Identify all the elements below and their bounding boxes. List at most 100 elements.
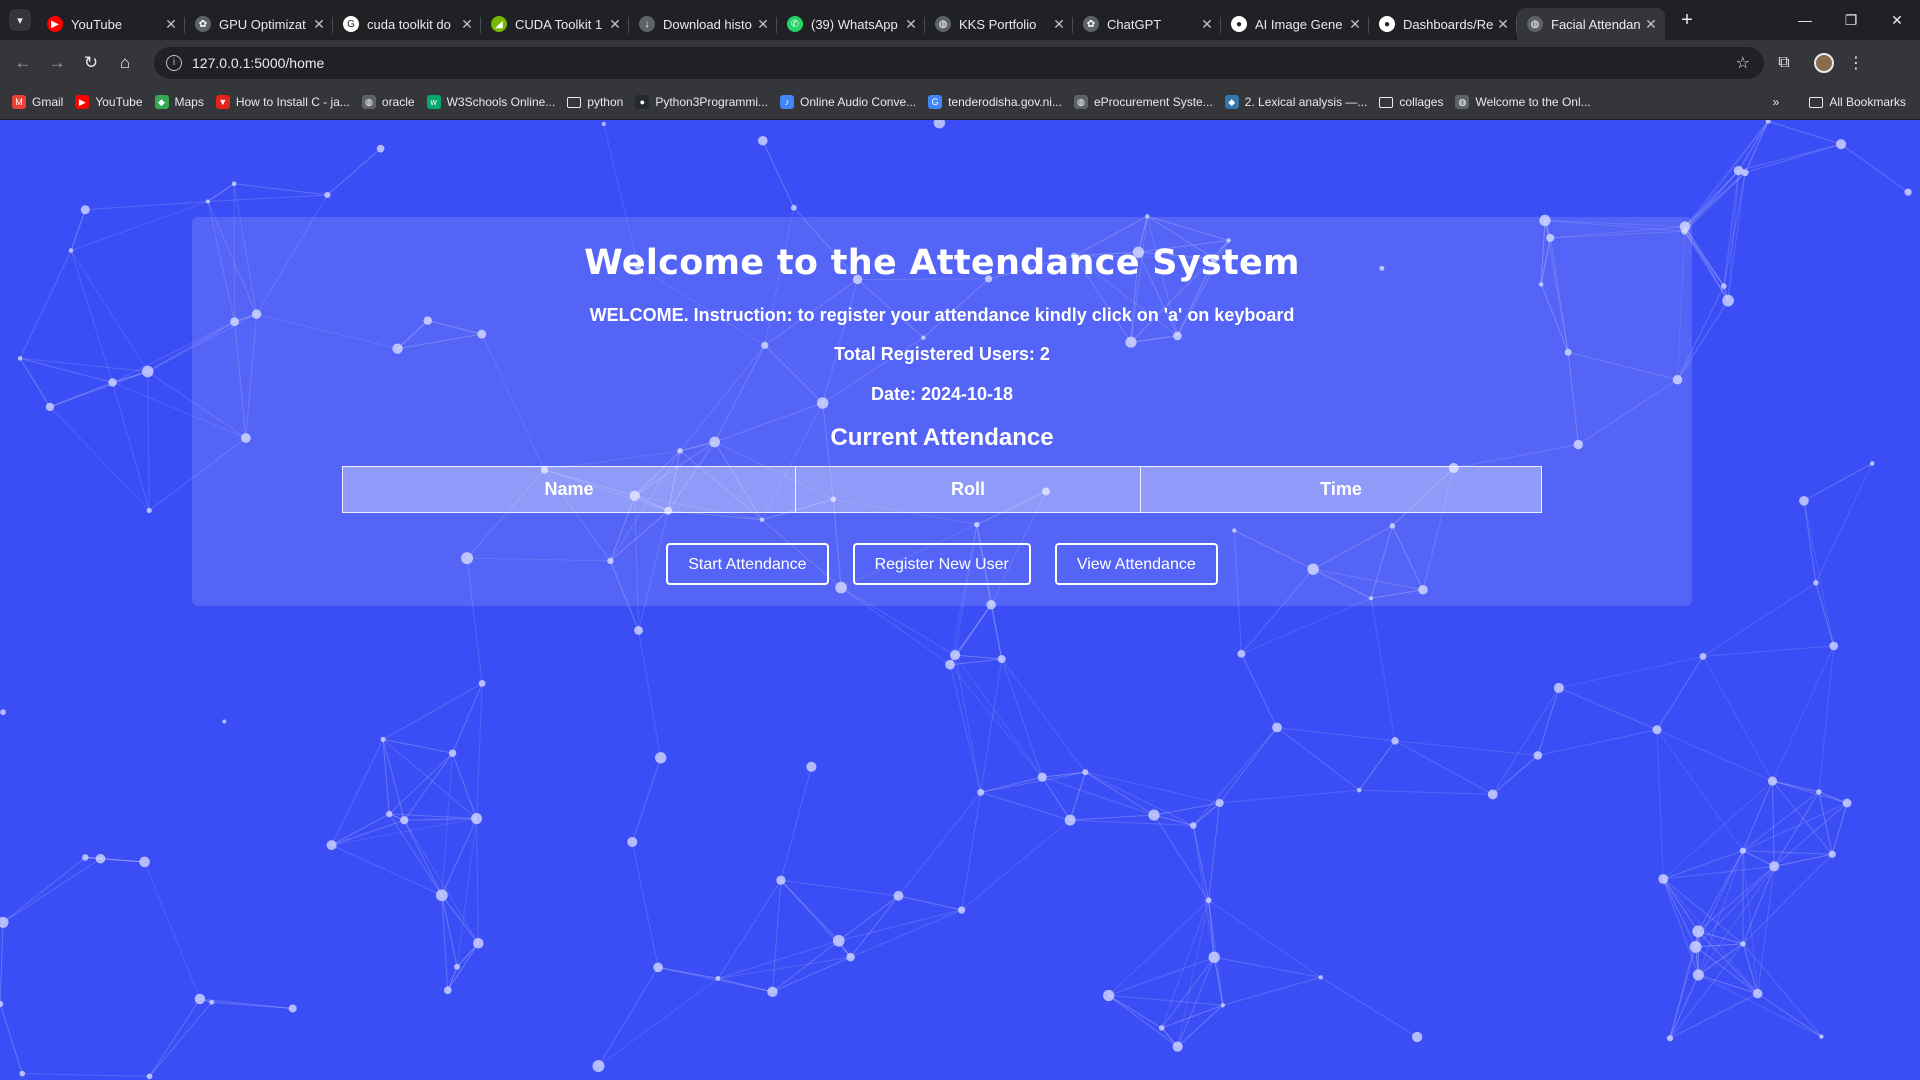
extensions-icon[interactable]: ⧉	[1764, 54, 1804, 72]
tab-item[interactable]: ✿ ChatGPT ✕	[1073, 8, 1221, 40]
tab-item[interactable]: Gcuda toolkit do ✕	[333, 8, 481, 40]
tab-title: YouTube	[71, 16, 123, 32]
start-attendance-button[interactable]: Start Attendance	[666, 543, 829, 585]
tab-item[interactable]: ◍ Facial Attendan ✕	[1517, 8, 1665, 40]
site-info-icon[interactable]: i	[166, 54, 182, 71]
tab-close-icon[interactable]: ✕	[459, 16, 475, 33]
network-line	[1537, 729, 1658, 756]
bookmark-item[interactable]: ▶ YouTube	[75, 95, 143, 109]
tab-close-icon[interactable]: ✕	[163, 16, 179, 33]
network-line	[1276, 727, 1360, 791]
new-tab-button[interactable]: +	[1675, 9, 1699, 32]
tab-item[interactable]: ◢ CUDA Toolkit 1 ✕	[481, 8, 629, 40]
network-line	[1757, 993, 1822, 1038]
network-node	[376, 144, 385, 153]
tab-close-icon[interactable]: ✕	[1495, 16, 1511, 33]
network-line	[1803, 500, 1835, 647]
tab-close-icon[interactable]: ✕	[1643, 16, 1659, 33]
tab-title: cuda toolkit do	[367, 16, 451, 32]
registered-users-count: Total Registered Users: 2	[834, 344, 1050, 364]
bookmark-star-icon[interactable]: ☆	[1736, 53, 1750, 73]
reload-button[interactable]: ↻	[74, 53, 108, 73]
tab-close-icon[interactable]: ✕	[311, 16, 327, 33]
bookmark-item[interactable]: ● Python3Programmi...	[635, 95, 768, 109]
bookmark-item[interactable]: ◍ eProcurement Syste...	[1073, 95, 1213, 109]
w3schools-icon: w	[426, 95, 441, 109]
network-line	[1208, 802, 1221, 901]
tab-close-icon[interactable]: ✕	[903, 16, 919, 33]
register-user-button[interactable]: Register New User	[852, 543, 1031, 585]
tab-item[interactable]: ✆ (39) WhatsApp ✕	[777, 8, 925, 40]
tab-item[interactable]: ● Dashboards/Re ✕	[1369, 8, 1517, 40]
minimize-button[interactable]: —	[1782, 12, 1828, 29]
network-line	[1702, 582, 1817, 657]
bookmark-item[interactable]: ◆ 2. Lexical analysis —...	[1224, 95, 1367, 109]
tab-title: Dashboards/Re	[1403, 16, 1494, 32]
network-node	[1799, 496, 1809, 506]
forward-button[interactable]: →	[40, 53, 74, 73]
network-line	[1656, 729, 1664, 880]
view-attendance-button[interactable]: View Attendance	[1054, 543, 1218, 585]
bookmark-item[interactable]: ♪ Online Audio Conve...	[780, 95, 916, 109]
network-line	[207, 183, 235, 202]
bookmark-item[interactable]: python	[567, 95, 623, 109]
bookmark-item[interactable]: M Gmail	[12, 95, 63, 109]
table-header-row: Name Roll Time	[342, 466, 1542, 513]
bookmark-item[interactable]: collages	[1379, 95, 1443, 109]
address-bar[interactable]: i 127.0.0.1:5000/home ☆	[154, 46, 1764, 79]
tab-title: GPU Optimizat	[219, 16, 306, 32]
bookmark-item[interactable]: ◍ Welcome to the Onl...	[1455, 95, 1591, 109]
network-line	[1669, 993, 1758, 1039]
bookmark-item[interactable]: ◆ Maps	[154, 95, 204, 109]
tab-item[interactable]: ↓ Download histo ✕	[629, 8, 777, 40]
tab-item[interactable]: ◍ KKS Portfolio ✕	[925, 8, 1073, 40]
network-node	[1272, 722, 1282, 733]
audio-icon: ♪	[780, 95, 795, 109]
tab-close-icon[interactable]: ✕	[607, 16, 623, 33]
network-line	[1041, 776, 1071, 821]
tab-search-button[interactable]: ▾	[9, 9, 31, 31]
network-node	[443, 986, 452, 995]
restore-button[interactable]: ❐	[1828, 12, 1874, 29]
chatgpt-icon: ✿	[195, 16, 211, 32]
tab-item[interactable]: ● AI Image Gene ✕	[1221, 8, 1369, 40]
network-line	[762, 140, 795, 208]
bookmark-item[interactable]: w W3Schools Online...	[426, 95, 555, 109]
network-line	[1742, 850, 1833, 855]
home-button[interactable]: ⌂	[108, 53, 142, 73]
network-line	[1085, 771, 1155, 816]
more-bookmarks-button[interactable]: »	[1773, 95, 1780, 109]
network-line	[70, 250, 149, 372]
network-node	[1816, 789, 1822, 795]
network-line	[383, 738, 453, 754]
tab-close-icon[interactable]: ✕	[1199, 16, 1215, 33]
youtube-icon: ▶	[75, 95, 90, 109]
url-text[interactable]: 127.0.0.1:5000/home	[192, 55, 1736, 71]
bookmark-item[interactable]: ▼ How to Install C - ja...	[215, 95, 350, 109]
network-line	[1803, 463, 1873, 502]
network-line	[1192, 825, 1215, 958]
network-node	[767, 986, 778, 998]
tab-close-icon[interactable]: ✕	[1347, 16, 1363, 33]
menu-icon[interactable]: ⋮	[1844, 53, 1868, 73]
network-line	[404, 818, 477, 821]
network-line	[1771, 780, 1775, 867]
network-node	[1829, 641, 1839, 651]
bookmark-item[interactable]: Gtenderodisha.gov.ni...	[928, 95, 1062, 109]
network-line	[598, 978, 719, 1067]
close-window-button[interactable]: ✕	[1874, 12, 1920, 29]
all-bookmarks-button[interactable]: All Bookmarks	[1809, 95, 1906, 109]
ai-icon: ●	[1231, 16, 1247, 32]
instruction-text: WELCOME. Instruction: to register your a…	[589, 305, 1295, 325]
network-line	[382, 682, 483, 740]
tab-close-icon[interactable]: ✕	[755, 16, 771, 33]
back-button[interactable]: ←	[6, 53, 40, 73]
network-node	[846, 952, 855, 962]
page-title: Welcome to the Attendance System	[584, 243, 1300, 283]
network-line	[149, 1001, 213, 1077]
tab-item[interactable]: ▶ YouTube ✕	[37, 8, 185, 40]
tab-close-icon[interactable]: ✕	[1051, 16, 1067, 33]
tab-item[interactable]: ✿ GPU Optimizat ✕	[185, 8, 333, 40]
profile-avatar[interactable]	[1814, 52, 1834, 73]
bookmark-item[interactable]: ◍ oracle	[361, 95, 415, 109]
